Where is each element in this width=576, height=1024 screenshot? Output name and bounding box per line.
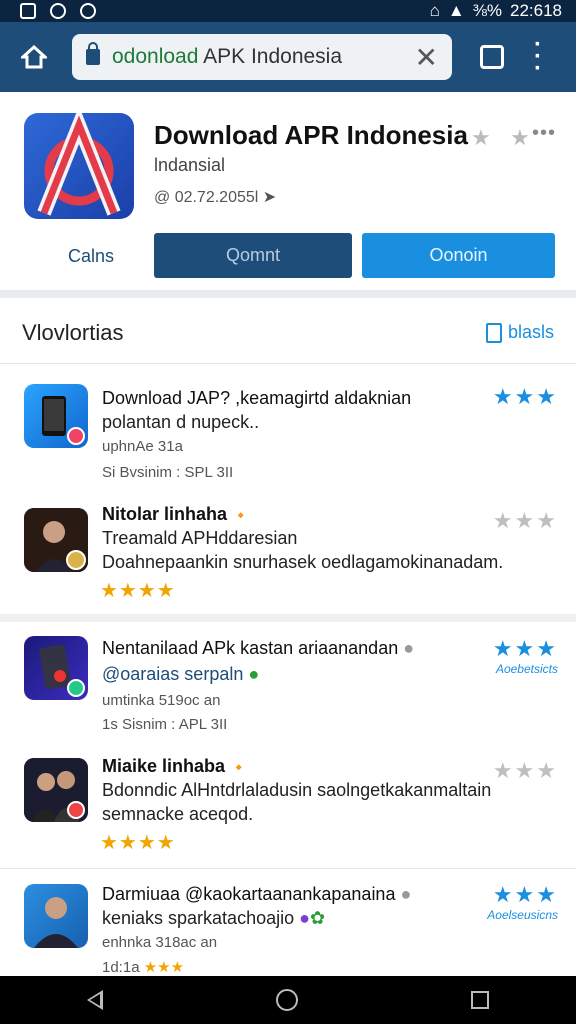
- section-header: Vlovlortias blasls: [0, 306, 576, 364]
- lock-icon: [86, 42, 100, 65]
- system-nav-bar: [0, 976, 576, 1024]
- divider: [0, 868, 576, 869]
- person-thumbnail-icon: [24, 508, 88, 572]
- status-bar: ⌂ ▲ ⅜% 22:618: [0, 0, 576, 22]
- home-circle-icon[interactable]: [275, 989, 298, 1011]
- list-item[interactable]: Nentanilaad APk kastan ariaanandan ● @oa…: [0, 626, 576, 738]
- rating-stars: ★★★: [492, 384, 558, 409]
- gold-stars: ★★★★: [100, 832, 176, 854]
- rating-stars: ★★★: [492, 882, 558, 907]
- section-action-label: blasls: [507, 322, 554, 342]
- status-icons-right: ⌂ ▲ ⅜% 22:618: [430, 1, 562, 21]
- star-icon[interactable]: ★: [471, 125, 491, 151]
- person-thumbnail-icon: [24, 884, 88, 948]
- list-item[interactable]: Nitolar linhaha 🔸 Treamald APHddaresian …: [0, 498, 576, 610]
- hand-phone-thumbnail-icon: [24, 636, 88, 700]
- clover-icon: ✿: [310, 908, 326, 928]
- gold-medal-icon: 🔸: [230, 759, 248, 775]
- overflow-menu-icon[interactable]: · · ·: [534, 33, 542, 81]
- bookmark-icon: [485, 322, 502, 343]
- badge-icon: ●: [299, 908, 311, 928]
- app-header-card: Download APR Indonesia ★ ★ ••• lndansial…: [0, 92, 576, 298]
- app-meta: @ 02.72.2055l ➤: [154, 189, 277, 206]
- back-icon[interactable]: [86, 990, 103, 1010]
- app-title: Download APR Indonesia: [154, 120, 468, 150]
- clear-url-icon[interactable]: ✕: [415, 41, 438, 74]
- list-item[interactable]: Miaike linhaba 🔸 Bdonndic AlHntdrlaladus…: [0, 748, 576, 858]
- check-icon: ●: [248, 664, 260, 684]
- status-icons-left: [20, 3, 96, 19]
- info-icon: ●: [400, 884, 412, 904]
- list-item[interactable]: Darmiuaa @kaokartaanankapanaina ● keniak…: [0, 876, 576, 976]
- compass-icon: [50, 3, 66, 19]
- recent-apps-icon[interactable]: [471, 991, 490, 1009]
- battery-text: ⅜%: [472, 1, 502, 20]
- rating-stars: ★★★: [492, 636, 558, 661]
- gold-stars: ★★★: [143, 959, 185, 976]
- people-thumbnail-icon: [24, 758, 88, 822]
- app-logo-icon: [24, 113, 134, 219]
- star-icon[interactable]: ★: [510, 125, 530, 151]
- image-icon: [20, 3, 36, 19]
- cancel-link[interactable]: Calns: [68, 246, 114, 267]
- tabs-icon[interactable]: [480, 45, 504, 69]
- list-item[interactable]: Download JAP? ,keamagirtd aldaknian pola…: [0, 376, 576, 488]
- rating-stars: ★★★: [492, 508, 558, 533]
- phone-thumbnail-icon: [24, 384, 88, 448]
- rating-stars: ★★★: [492, 758, 558, 783]
- install-button[interactable]: Qomnt: [154, 233, 352, 278]
- divider: [0, 614, 576, 622]
- app-subtitle: lndansial: [154, 155, 226, 175]
- section-title: Vlovlortias: [22, 320, 124, 345]
- share-icon: ➤: [262, 189, 277, 206]
- wifi-icon: ▲: [447, 1, 465, 20]
- gold-medal-icon: 🔸: [232, 507, 250, 523]
- badge-label: Aoelseusicns: [487, 908, 558, 922]
- browser-toolbar: odonload APK Indonesia ✕ · · ·: [0, 22, 576, 92]
- url-text[interactable]: odonload APK Indonesia: [112, 45, 415, 69]
- check-circle-icon: [80, 3, 96, 19]
- info-icon: ●: [403, 638, 415, 658]
- url-bar[interactable]: odonload APK Indonesia ✕: [72, 34, 452, 80]
- open-button[interactable]: Oonoin: [362, 233, 555, 278]
- section-action-link[interactable]: blasls: [485, 322, 554, 343]
- clock: 22:618: [510, 1, 562, 20]
- badge-label: Aoebetsicts: [495, 662, 558, 676]
- vibrate-icon: ⌂: [429, 1, 440, 20]
- gold-stars: ★★★★: [100, 580, 176, 602]
- more-icon[interactable]: •••: [532, 122, 556, 145]
- home-icon[interactable]: [14, 37, 54, 77]
